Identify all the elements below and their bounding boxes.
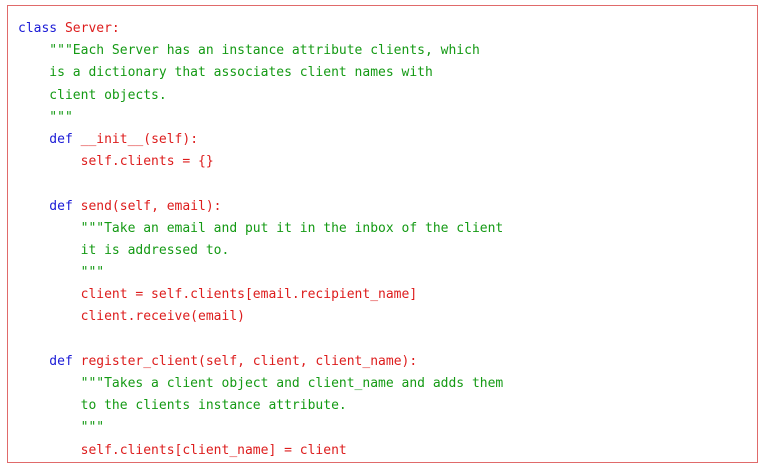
code-line: client.receive(email) [18,306,503,328]
code-token: client.receive(email) [18,309,245,325]
code-line: def send(self, email): [18,196,503,218]
code-line: class Server: [18,18,503,40]
docstring-token: it is addressed to. [18,242,230,258]
code-token: self.clients = {} [18,154,214,170]
keyword-token: def [18,353,73,369]
code-line: self.clients = {} [18,151,503,173]
code-line: client objects. [18,85,503,107]
keyword-token: def [18,198,73,214]
code-listing-frame: class Server: """Each Server has an inst… [7,5,758,463]
code-token: client = self.clients[email.recipient_na… [18,287,418,303]
code-line: """Takes a client object and client_name… [18,373,504,395]
code-line: def __init__(self): [18,129,503,151]
code-line: self.clients[client_name] = client [18,440,503,462]
docstring-token: """ [18,109,73,125]
docstring-token: client objects. [18,87,167,103]
docstring-token: """ [18,265,105,281]
code-token: self.clients[client_name] = client [18,442,347,458]
code-line: it is addressed to. [18,240,503,262]
code-line: is a dictionary that associates client n… [18,62,503,84]
keyword-token: class [18,21,58,36]
code-line: def register_client(self, client, client… [18,351,503,373]
code-line: to the clients instance attribute. [18,395,503,417]
code-line: client = self.clients[email.recipient_na… [18,284,503,306]
code-line: """ [18,262,503,284]
code-token: Server: [57,21,120,36]
code-token: __init__(self): [72,131,199,147]
code-block: class Server: """Each Server has an inst… [18,18,503,462]
docstring-token: """Takes a client object and client_name… [18,376,504,391]
code-line: """Take an email and put it in the inbox… [18,218,504,240]
docstring-token: """Each Server has an instance attribute… [18,43,480,59]
code-line: """ [18,417,503,439]
code-line: """Each Server has an instance attribute… [18,40,503,62]
docstring-token: """ [18,420,105,436]
code-token: register_client(self, client, client_nam… [72,353,418,369]
docstring-token: """Take an email and put it in the inbox… [18,220,504,236]
docstring-token: to the clients instance attribute. [18,398,347,414]
code-token: send(self, email): [72,198,222,214]
keyword-token: def [18,131,73,147]
code-line: """ [18,107,503,129]
docstring-token: is a dictionary that associates client n… [18,65,433,81]
